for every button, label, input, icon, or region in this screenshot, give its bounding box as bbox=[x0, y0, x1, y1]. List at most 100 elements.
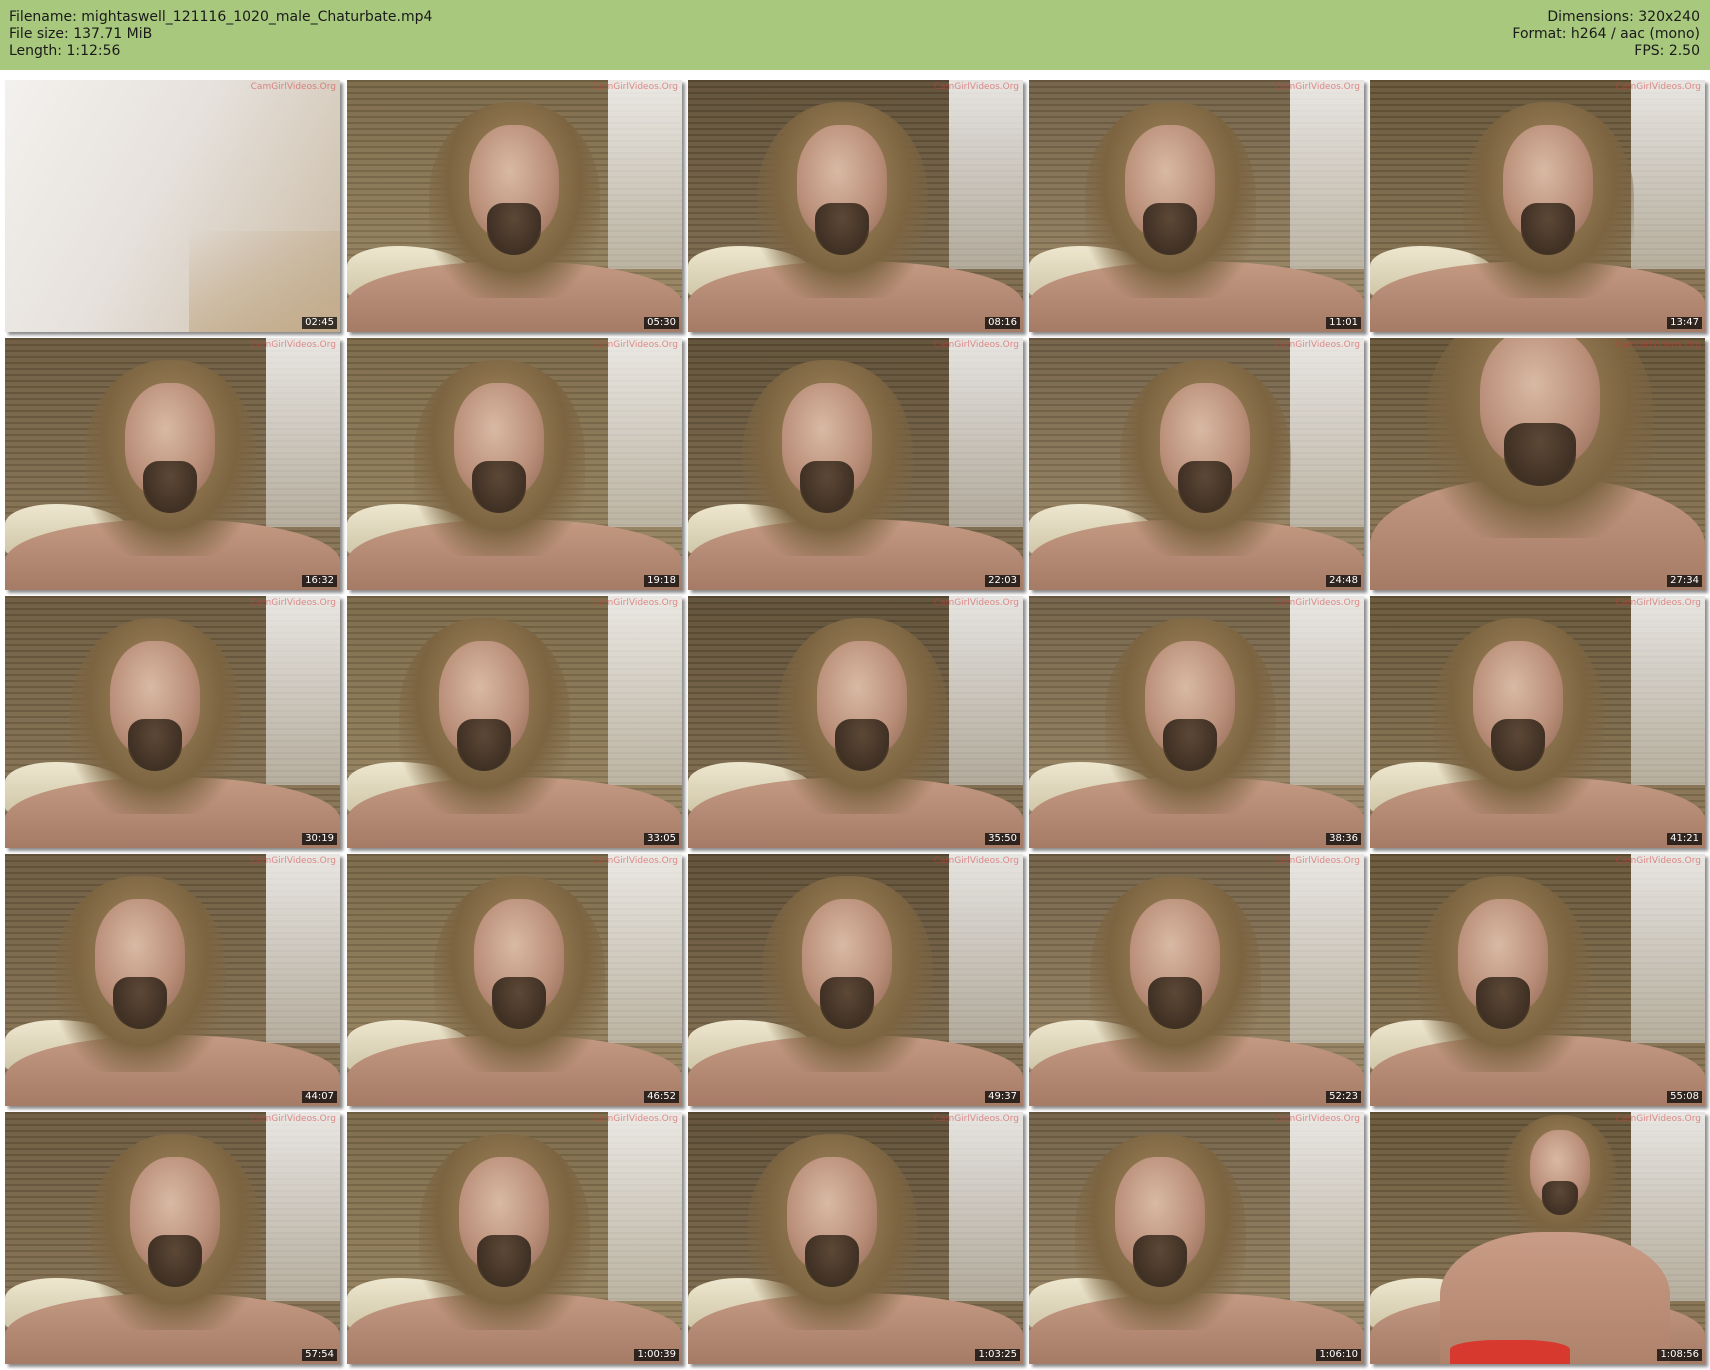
watermark-text: CamGirlVideos.Org bbox=[933, 340, 1019, 350]
timestamp-label: 33:05 bbox=[644, 833, 679, 845]
timestamp-label: 13:47 bbox=[1667, 317, 1702, 329]
window-light bbox=[1290, 596, 1364, 785]
beard bbox=[477, 1235, 531, 1287]
watermark-text: CamGirlVideos.Org bbox=[933, 1114, 1019, 1124]
beard bbox=[835, 719, 889, 771]
timestamp-label: 41:21 bbox=[1667, 833, 1702, 845]
timestamp-label: 1:06:10 bbox=[1316, 1349, 1361, 1361]
watermark-text: CamGirlVideos.Org bbox=[250, 598, 336, 608]
timestamp-label: 38:36 bbox=[1326, 833, 1361, 845]
window-light bbox=[608, 338, 682, 527]
timestamp-label: 30:19 bbox=[302, 833, 337, 845]
watermark-text: CamGirlVideos.Org bbox=[250, 856, 336, 866]
beard bbox=[1178, 461, 1232, 513]
video-thumbnail: CamGirlVideos.Org 02:45 bbox=[5, 80, 340, 332]
beard bbox=[800, 461, 854, 513]
watermark-text: CamGirlVideos.Org bbox=[1615, 1114, 1701, 1124]
watermark-text: CamGirlVideos.Org bbox=[933, 598, 1019, 608]
window-light bbox=[1290, 1112, 1364, 1301]
window-light bbox=[608, 854, 682, 1043]
video-thumbnail: CamGirlVideos.Org 27:34 bbox=[1370, 338, 1705, 590]
beard bbox=[492, 977, 546, 1029]
video-thumbnail: CamGirlVideos.Org 24:48 bbox=[1029, 338, 1364, 590]
window-light bbox=[266, 596, 340, 785]
window-light bbox=[266, 854, 340, 1043]
window-light bbox=[266, 1112, 340, 1301]
timestamp-label: 55:08 bbox=[1667, 1091, 1702, 1103]
video-thumbnail: CamGirlVideos.Org 1:03:25 bbox=[688, 1112, 1023, 1364]
beard bbox=[1143, 203, 1197, 255]
beard bbox=[1521, 203, 1575, 255]
window-light bbox=[266, 338, 340, 527]
watermark-text: CamGirlVideos.Org bbox=[592, 82, 678, 92]
timestamp-label: 44:07 bbox=[302, 1091, 337, 1103]
timestamp-label: 08:16 bbox=[985, 317, 1020, 329]
watermark-text: CamGirlVideos.Org bbox=[1274, 856, 1360, 866]
watermark-text: CamGirlVideos.Org bbox=[592, 598, 678, 608]
timestamp-label: 22:03 bbox=[985, 575, 1020, 587]
watermark-text: CamGirlVideos.Org bbox=[1274, 598, 1360, 608]
watermark-text: CamGirlVideos.Org bbox=[1615, 856, 1701, 866]
timestamp-label: 35:50 bbox=[985, 833, 1020, 845]
video-thumbnail: CamGirlVideos.Org 57:54 bbox=[5, 1112, 340, 1364]
window-light bbox=[949, 80, 1023, 269]
watermark-text: CamGirlVideos.Org bbox=[250, 82, 336, 92]
timestamp-label: 1:08:56 bbox=[1657, 1349, 1702, 1361]
watermark-text: CamGirlVideos.Org bbox=[250, 340, 336, 350]
window-light bbox=[1290, 854, 1364, 1043]
timestamp-label: 11:01 bbox=[1326, 317, 1361, 329]
timestamp-label: 1:00:39 bbox=[634, 1349, 679, 1361]
watermark-text: CamGirlVideos.Org bbox=[592, 340, 678, 350]
beard bbox=[1148, 977, 1202, 1029]
timestamp-label: 19:18 bbox=[644, 575, 679, 587]
timestamp-label: 52:23 bbox=[1326, 1091, 1361, 1103]
timestamp-label: 24:48 bbox=[1326, 575, 1361, 587]
beard bbox=[1491, 719, 1545, 771]
beard bbox=[1542, 1181, 1578, 1215]
beard bbox=[457, 719, 511, 771]
video-thumbnail: CamGirlVideos.Org 1:00:39 bbox=[347, 1112, 682, 1364]
beard bbox=[128, 719, 182, 771]
video-thumbnail: CamGirlVideos.Org 11:01 bbox=[1029, 80, 1364, 332]
video-thumbnail: CamGirlVideos.Org 13:47 bbox=[1370, 80, 1705, 332]
watermark-text: CamGirlVideos.Org bbox=[933, 82, 1019, 92]
video-thumbnail: CamGirlVideos.Org 55:08 bbox=[1370, 854, 1705, 1106]
beard bbox=[805, 1235, 859, 1287]
window-light bbox=[1290, 338, 1364, 527]
video-thumbnail: CamGirlVideos.Org 16:32 bbox=[5, 338, 340, 590]
window-light bbox=[1631, 80, 1705, 269]
watermark-text: CamGirlVideos.Org bbox=[592, 856, 678, 866]
window-light bbox=[608, 1112, 682, 1301]
window-light bbox=[1290, 80, 1364, 269]
watermark-text: CamGirlVideos.Org bbox=[1615, 82, 1701, 92]
video-thumbnail: CamGirlVideos.Org 08:16 bbox=[688, 80, 1023, 332]
beard bbox=[487, 203, 541, 255]
beard bbox=[820, 977, 874, 1029]
window-light bbox=[1631, 596, 1705, 785]
video-thumbnail: CamGirlVideos.Org 41:21 bbox=[1370, 596, 1705, 848]
video-thumbnail: CamGirlVideos.Org 1:06:10 bbox=[1029, 1112, 1364, 1364]
window-light bbox=[949, 596, 1023, 785]
video-thumbnail: CamGirlVideos.Org 30:19 bbox=[5, 596, 340, 848]
beard bbox=[1133, 1235, 1187, 1287]
thumbnail-grid: CamGirlVideos.Org 02:45 CamGirlVideos.Org 0… bbox=[0, 0, 1710, 1370]
video-thumbnail: CamGirlVideos.Org 33:05 bbox=[347, 596, 682, 848]
beard bbox=[113, 977, 167, 1029]
timestamp-label: 16:32 bbox=[302, 575, 337, 587]
window-light bbox=[949, 338, 1023, 527]
timestamp-label: 27:34 bbox=[1667, 575, 1702, 587]
video-thumbnail: CamGirlVideos.Org 19:18 bbox=[347, 338, 682, 590]
window-light bbox=[608, 596, 682, 785]
watermark-text: CamGirlVideos.Org bbox=[1615, 598, 1701, 608]
beard bbox=[143, 461, 197, 513]
beard bbox=[1163, 719, 1217, 771]
video-thumbnail: CamGirlVideos.Org 22:03 bbox=[688, 338, 1023, 590]
beard bbox=[472, 461, 526, 513]
timestamp-label: 05:30 bbox=[644, 317, 679, 329]
watermark-text: CamGirlVideos.Org bbox=[592, 1114, 678, 1124]
watermark-text: CamGirlVideos.Org bbox=[933, 856, 1019, 866]
window-light bbox=[949, 854, 1023, 1043]
watermark-text: CamGirlVideos.Org bbox=[1615, 340, 1701, 350]
beard bbox=[148, 1235, 202, 1287]
watermark-text: CamGirlVideos.Org bbox=[1274, 1114, 1360, 1124]
